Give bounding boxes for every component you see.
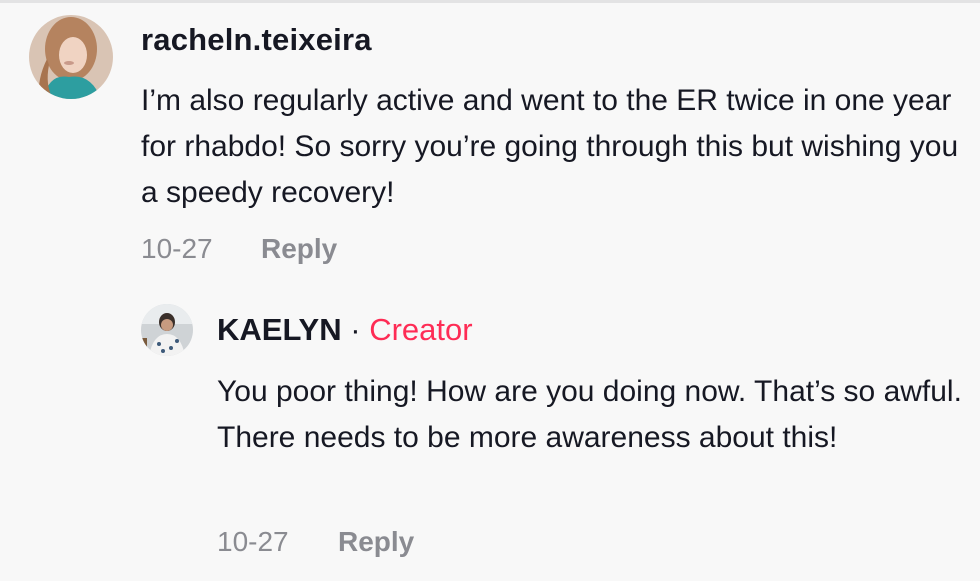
username[interactable]: KAELYN <box>217 312 342 347</box>
username[interactable]: racheln.teixeira <box>141 22 372 58</box>
comment-date: 10-27 <box>141 233 213 264</box>
reply-button[interactable]: Reply <box>338 526 414 558</box>
comment-date: 10-27 <box>217 526 289 557</box>
avatar-photo-icon <box>29 15 113 99</box>
reply-button[interactable]: Reply <box>261 233 337 265</box>
separator-dot: · <box>350 312 361 347</box>
avatar[interactable] <box>141 304 193 356</box>
username-row: KAELYN · Creator <box>217 312 473 348</box>
avatar[interactable] <box>29 15 113 99</box>
comment-text: You poor thing! How are you doing now. T… <box>217 375 962 454</box>
comment-item: racheln.teixeira I’m also regularly acti… <box>0 0 980 280</box>
avatar-photo-icon <box>141 304 193 356</box>
comment-text: I’m also regularly active and went to th… <box>141 84 959 209</box>
creator-badge: Creator <box>369 312 473 347</box>
